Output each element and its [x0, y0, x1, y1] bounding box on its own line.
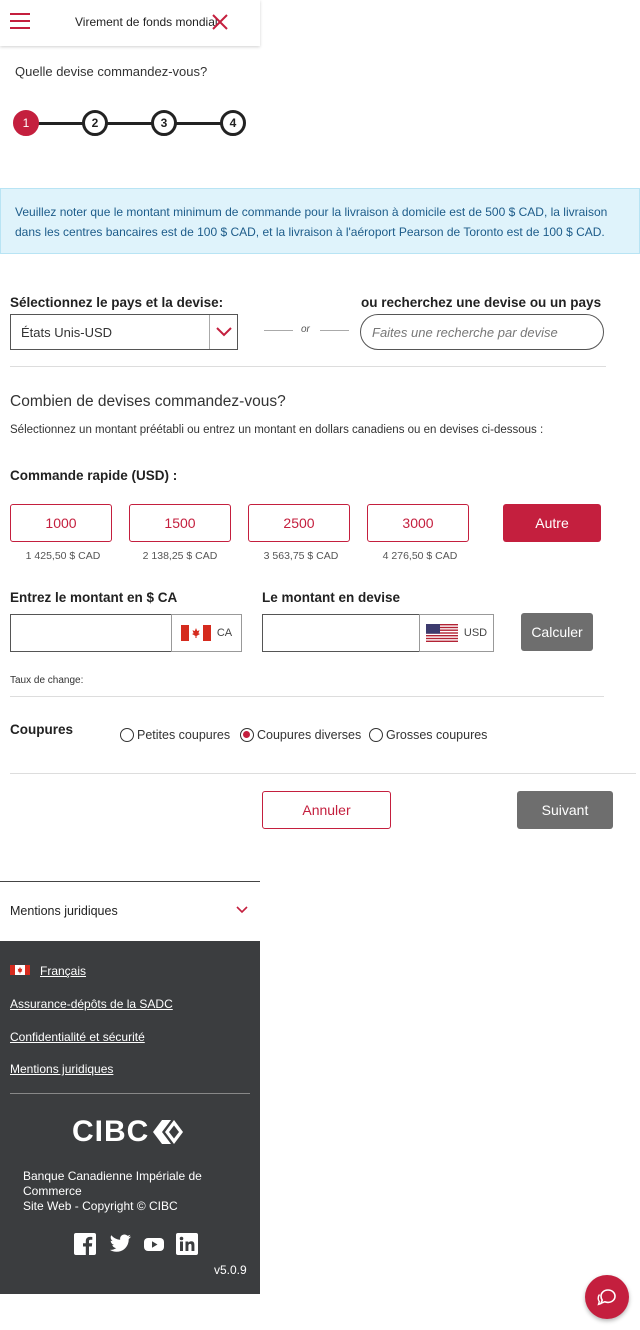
legal-accordion-label: Mentions juridiques	[10, 904, 118, 918]
youtube-icon[interactable]	[143, 1233, 165, 1255]
step-2: 2	[82, 110, 108, 136]
fx-currency-code: USD	[463, 627, 488, 639]
footer-link-legal[interactable]: Mentions juridiques	[10, 1062, 113, 1076]
divider	[264, 330, 293, 331]
section-divider	[10, 773, 636, 774]
quick-amount-1000-button[interactable]: 1000	[10, 504, 112, 542]
cad-equivalent: 4 276,50 $ CAD	[382, 550, 458, 562]
exchange-rate-label: Taux de change:	[10, 675, 84, 686]
radio-label: Petites coupures	[137, 728, 231, 742]
section-divider	[10, 366, 606, 367]
divider	[320, 330, 349, 331]
cad-currency-indicator: CA	[171, 614, 242, 652]
twitter-icon[interactable]	[108, 1233, 132, 1255]
stepper-connector	[37, 122, 85, 125]
radio-mixed-bills[interactable]: Coupures diverses	[240, 728, 361, 742]
progress-stepper: 1 2 3 4	[13, 110, 249, 138]
amount-section-title: Combien de devises commandez-vous?	[10, 393, 286, 410]
fx-amount-input[interactable]	[262, 614, 420, 652]
country-currency-value: États Unis-USD	[21, 325, 113, 340]
legal-accordion[interactable]: Mentions juridiques	[0, 881, 260, 941]
step-question: Quelle devise commandez-vous?	[15, 64, 208, 79]
chat-button[interactable]	[585, 1275, 629, 1319]
chat-icon	[597, 1289, 616, 1306]
footer-link-privacy[interactable]: Confidentialité et sécurité	[10, 1030, 145, 1044]
cad-amount-label: Entrez le montant en $ CA	[10, 590, 178, 605]
footer-corporate-info: Banque Canadienne Impériale de Commerce …	[23, 1169, 243, 1214]
quick-amount-1500-button[interactable]: 1500	[129, 504, 231, 542]
site-footer: Français Assurance-dépôts de la SADC Con…	[0, 941, 260, 1294]
currency-search-input[interactable]	[360, 314, 604, 350]
radio-circle-selected	[240, 728, 254, 742]
fx-amount-label: Le montant en devise	[262, 590, 401, 605]
radio-small-bills[interactable]: Petites coupures	[120, 728, 230, 742]
step-4: 4	[220, 110, 246, 136]
stepper-connector	[106, 122, 154, 125]
usa-flag-icon	[425, 624, 458, 642]
radio-large-bills[interactable]: Grosses coupures	[369, 728, 487, 742]
step-1: 1	[13, 110, 39, 136]
menu-icon[interactable]	[10, 13, 30, 29]
cad-equivalent: 3 563,75 $ CAD	[263, 550, 339, 562]
language-link[interactable]: Français	[40, 964, 86, 978]
cad-amount-input[interactable]	[10, 614, 172, 652]
radio-circle	[369, 728, 383, 742]
close-icon[interactable]	[211, 13, 229, 31]
app-header: Virement de fonds mondial	[0, 0, 260, 46]
section-divider	[10, 696, 604, 697]
radio-circle	[120, 728, 134, 742]
cibc-logo-mark	[153, 1120, 184, 1144]
page-title: Virement de fonds mondial	[75, 15, 218, 29]
cad-equivalent: 2 138,25 $ CAD	[142, 550, 218, 562]
canada-flag-icon	[10, 965, 30, 975]
country-select-label: Sélectionnez le pays et la devise:	[10, 295, 224, 310]
quick-amount-2500-button[interactable]: 2500	[248, 504, 350, 542]
next-button[interactable]: Suivant	[517, 791, 613, 829]
chevron-down-icon	[236, 906, 248, 914]
search-label: ou recherchez une devise ou un pays	[361, 295, 602, 310]
minimum-order-notice: Veuillez noter que le montant minimum de…	[0, 188, 640, 254]
chevron-down-icon	[209, 315, 237, 349]
facebook-icon[interactable]	[74, 1233, 96, 1255]
app-version: v5.0.9	[214, 1263, 247, 1277]
other-amount-button[interactable]: Autre	[503, 504, 601, 542]
stepper-connector	[175, 122, 223, 125]
fx-currency-indicator: USD	[419, 614, 494, 652]
radio-label: Coupures diverses	[257, 728, 362, 742]
cibc-logo: CIBC	[72, 1115, 185, 1149]
copyright-text: Site Web - Copyright © CIBC	[23, 1199, 178, 1213]
amount-section-subtitle: Sélectionnez un montant préétabli ou ent…	[10, 424, 544, 436]
calculate-button[interactable]: Calculer	[521, 613, 593, 651]
linkedin-icon[interactable]	[176, 1233, 198, 1255]
footer-link-sadc[interactable]: Assurance-dépôts de la SADC	[10, 997, 173, 1011]
logo-text: CIBC	[72, 1115, 150, 1148]
radio-label: Grosses coupures	[386, 728, 488, 742]
denominations-label: Coupures	[10, 722, 74, 737]
step-3: 3	[151, 110, 177, 136]
cad-equivalent: 1 425,50 $ CAD	[25, 550, 101, 562]
corporate-name: Banque Canadienne Impériale de Commerce	[23, 1169, 202, 1198]
canada-flag-icon	[180, 625, 211, 641]
or-separator: or	[301, 324, 310, 335]
country-currency-select[interactable]: États Unis-USD	[10, 314, 238, 350]
cad-currency-code: CA	[216, 627, 233, 639]
quick-order-label: Commande rapide (USD) :	[10, 468, 178, 483]
quick-amount-3000-button[interactable]: 3000	[367, 504, 469, 542]
cancel-button[interactable]: Annuler	[262, 791, 391, 829]
footer-divider	[10, 1093, 250, 1094]
